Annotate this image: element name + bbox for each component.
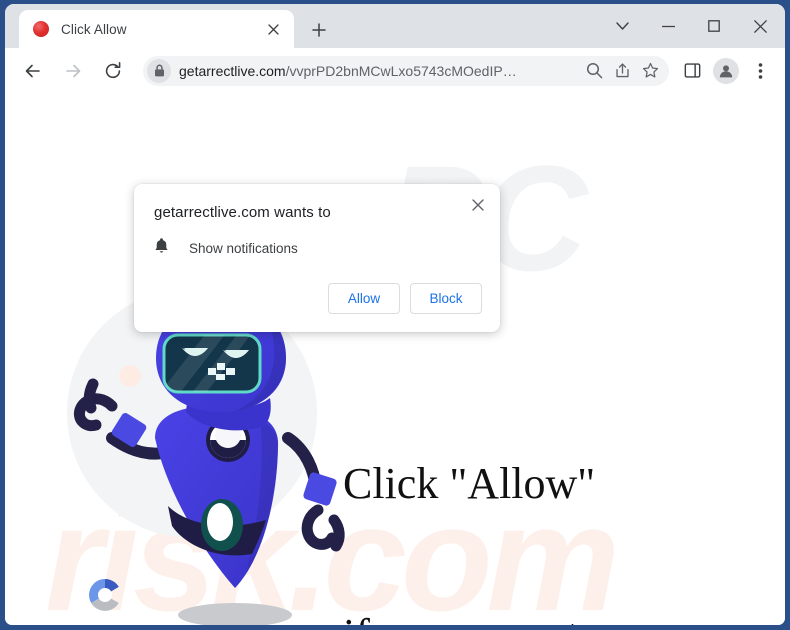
ecaptcha-badge: E-CAPTCHA [79,573,131,625]
reload-icon [105,61,121,78]
chevron-down-icon [615,21,629,30]
close-window-button[interactable] [737,8,783,44]
block-button[interactable]: Block [410,283,482,314]
headline-line-1: Click "Allow" [343,459,596,509]
person-avatar-icon [719,64,733,77]
robot-right-claw [301,504,338,550]
tab-strip: Click Allow [5,4,785,48]
three-dot-menu-icon[interactable] [745,56,775,86]
forward-button[interactable] [57,55,89,87]
share-icon[interactable] [609,58,635,84]
bookmark-star-icon[interactable] [637,58,663,84]
new-tab-button[interactable] [305,16,333,44]
dialog-close-icon[interactable] [466,193,490,217]
permission-row: Show notifications [154,237,478,259]
robot-right-cuff [303,472,337,506]
page-viewport: PC risk.com [5,93,785,625]
allow-button[interactable]: Allow [328,283,400,314]
window-controls [599,6,783,46]
url-path: /vvprPD2bnMCwLxo5743cMOedIP… [285,62,517,79]
page-headline: Click "Allow" if you are not a robot [343,359,595,625]
permission-label: Show notifications [189,240,298,256]
arrow-left-icon [25,64,40,77]
back-button[interactable] [17,55,49,87]
side-panel-icon[interactable] [677,56,707,86]
notification-permission-dialog: getarrectlive.com wants to Show notifica… [134,184,500,332]
dialog-actions: Allow Block [328,283,482,314]
browser-window: Click Allow getarrectlive.com/vvprPD2bnM… [0,0,790,630]
browser-toolbar: getarrectlive.com/vvprPD2bnMCwLxo5743cMO… [5,48,785,93]
browser-window-inner: Click Allow getarrectlive.com/vvprPD2bnM… [5,4,785,625]
plus-icon [312,23,326,37]
tab-title: Click Allow [61,21,127,37]
dialog-title: getarrectlive.com wants to [154,204,331,221]
tab-search-button[interactable] [599,8,645,44]
c-logo-icon [89,579,119,611]
headline-line-2: if you are not [343,610,595,625]
maximize-button[interactable] [691,8,737,44]
browser-tab[interactable]: Click Allow [19,10,294,48]
minimize-icon [661,25,675,27]
maximize-icon [708,20,720,32]
arrow-right-icon [66,64,81,77]
profile-avatar[interactable] [713,57,739,84]
url-host: getarrectlive.com [179,62,286,79]
red-circle-favicon [33,21,49,37]
address-bar[interactable]: getarrectlive.com/vvprPD2bnMCwLxo5743cMO… [143,55,669,86]
lock-icon[interactable] [147,58,171,83]
bell-icon [154,237,169,259]
close-icon [753,19,767,33]
ecaptcha-label: E-CAPTCHA [79,624,131,625]
tab-close-icon[interactable] [262,18,284,40]
reload-button[interactable] [97,55,129,87]
minimize-button[interactable] [645,8,691,44]
robot-shadow [178,603,292,625]
magnifier-icon[interactable] [581,58,607,84]
url-text: getarrectlive.com/vvprPD2bnMCwLxo5743cMO… [179,63,581,79]
